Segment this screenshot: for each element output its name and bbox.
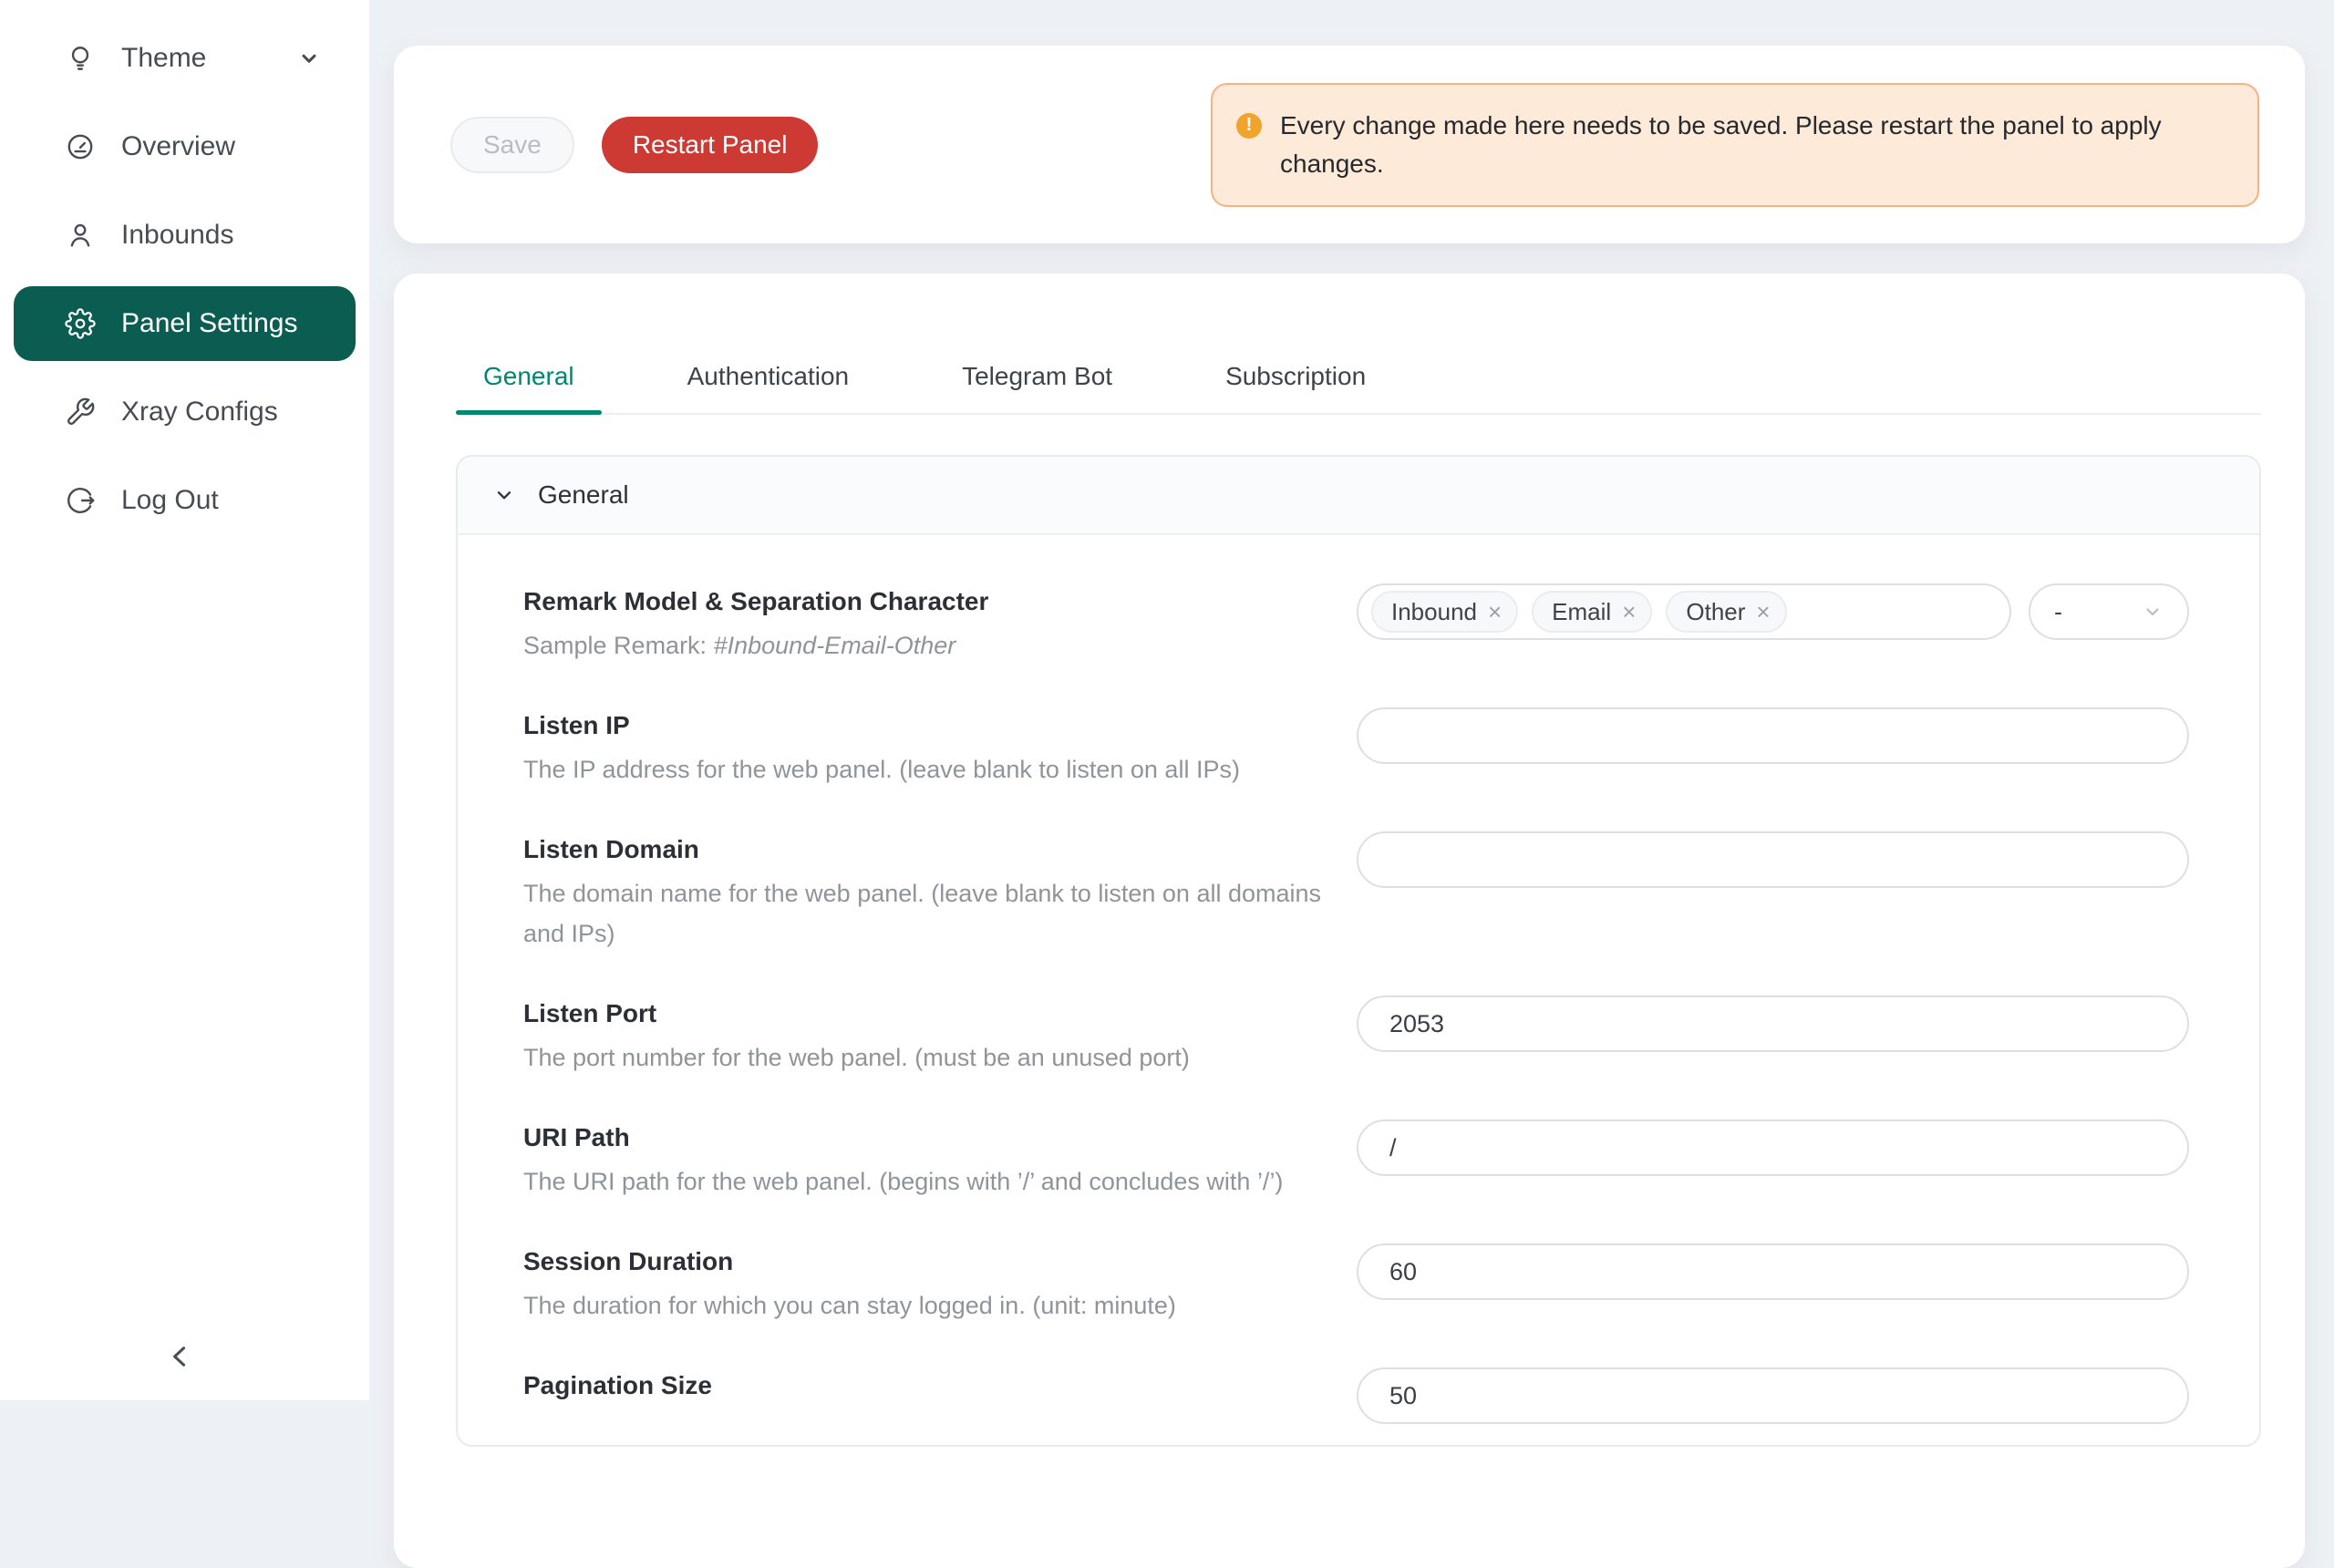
separator-value: -: [2054, 598, 2062, 626]
warning-icon: !: [1236, 113, 1262, 139]
form-row-uri-path: URI Path The URI path for the web panel.…: [523, 1099, 2189, 1222]
listen-port-input[interactable]: [1357, 995, 2189, 1052]
sidebar-item-label: Xray Configs: [121, 397, 278, 428]
tag-label: Email: [1552, 598, 1611, 626]
actions-card: Save Restart Panel ! Every change made h…: [394, 46, 2305, 243]
field-label: Listen Port: [523, 995, 1190, 1032]
settings-tabs: General Authentication Telegram Bot Subs…: [456, 273, 2261, 415]
pagination-size-input[interactable]: [1357, 1367, 2189, 1424]
sidebar-item-xray-configs[interactable]: Xray Configs: [14, 375, 356, 449]
field-label: Listen Domain: [523, 831, 1344, 868]
field-description: The port number for the web panel. (must…: [523, 1037, 1190, 1078]
wrench-icon: [65, 397, 96, 428]
field-label: Remark Model & Separation Character: [523, 583, 988, 620]
tab-subscription[interactable]: Subscription: [1198, 338, 1393, 413]
alert-message: Every change made here needs to be saved…: [1280, 107, 2201, 183]
form-row-listen-domain: Listen Domain The domain name for the we…: [523, 810, 2189, 975]
tag-remove-icon[interactable]: ×: [1622, 600, 1636, 624]
form-row-remark-model: Remark Model & Separation Character Samp…: [523, 562, 2189, 686]
user-icon: [65, 220, 96, 251]
main-content: Save Restart Panel ! Every change made h…: [369, 0, 2334, 1400]
separator-select[interactable]: -: [2029, 583, 2189, 640]
form-row-pagination-size: Pagination Size: [523, 1346, 2189, 1445]
general-collapse-panel: General Remark Model & Separation Charac…: [456, 455, 2261, 1447]
uri-path-input[interactable]: [1357, 1119, 2189, 1176]
tag-label: Inbound: [1391, 598, 1477, 626]
sidebar: Theme Overview Inbounds Panel Settings: [0, 0, 369, 1400]
general-panel-body: Remark Model & Separation Character Samp…: [458, 535, 2259, 1445]
field-label: URI Path: [523, 1119, 1283, 1156]
tag-remove-icon[interactable]: ×: [1488, 600, 1502, 624]
restart-warning-alert: ! Every change made here needs to be sav…: [1211, 83, 2259, 207]
form-row-session-duration: Session Duration The duration for which …: [523, 1222, 2189, 1346]
chevron-down-icon: [297, 46, 321, 70]
sidebar-item-overview[interactable]: Overview: [14, 109, 356, 184]
app-root: Theme Overview Inbounds Panel Settings: [0, 0, 2334, 1400]
restart-panel-button[interactable]: Restart Panel: [602, 117, 819, 173]
tab-authentication[interactable]: Authentication: [660, 338, 876, 413]
remark-tag-email: Email ×: [1532, 591, 1652, 633]
field-description: Sample Remark: #Inbound-Email-Other: [523, 625, 988, 665]
field-description: The duration for which you can stay logg…: [523, 1285, 1176, 1326]
sidebar-item-log-out[interactable]: Log Out: [14, 463, 356, 538]
gear-icon: [65, 308, 96, 339]
tag-label: Other: [1686, 598, 1745, 626]
logout-icon: [65, 485, 96, 516]
tab-telegram-bot[interactable]: Telegram Bot: [935, 338, 1140, 413]
panel-title: General: [538, 480, 629, 510]
sidebar-item-label: Inbounds: [121, 220, 233, 251]
field-label: Session Duration: [523, 1243, 1176, 1280]
field-description: The IP address for the web panel. (leave…: [523, 749, 1240, 789]
listen-domain-input[interactable]: [1357, 831, 2189, 888]
settings-card: General Authentication Telegram Bot Subs…: [394, 273, 2305, 1568]
form-row-listen-port: Listen Port The port number for the web …: [523, 975, 2189, 1099]
gauge-icon: [65, 131, 96, 162]
sidebar-item-theme[interactable]: Theme: [14, 21, 356, 96]
sidebar-item-panel-settings[interactable]: Panel Settings: [14, 286, 356, 361]
chevron-left-icon: [165, 1341, 196, 1372]
sample-remark-prefix: Sample Remark:: [523, 632, 714, 659]
field-description: The URI path for the web panel. (begins …: [523, 1161, 1283, 1202]
form-row-listen-ip: Listen IP The IP address for the web pan…: [523, 686, 2189, 810]
tag-remove-icon[interactable]: ×: [1756, 600, 1770, 624]
sidebar-item-inbounds[interactable]: Inbounds: [14, 198, 356, 273]
tab-general[interactable]: General: [456, 338, 602, 413]
sidebar-collapse-button[interactable]: [160, 1336, 201, 1377]
session-duration-input[interactable]: [1357, 1243, 2189, 1300]
sidebar-item-label: Overview: [121, 131, 235, 162]
remark-model-tags-input[interactable]: Inbound × Email × Other ×: [1357, 583, 2011, 640]
lightbulb-icon: [65, 43, 96, 74]
chevron-down-icon: [492, 483, 516, 507]
field-label: Listen IP: [523, 707, 1240, 744]
remark-tag-other: Other ×: [1666, 591, 1786, 633]
general-panel-header[interactable]: General: [458, 457, 2259, 535]
sidebar-item-label: Log Out: [121, 485, 219, 516]
sample-remark-value: #Inbound-Email-Other: [714, 632, 956, 659]
sidebar-item-label: Theme: [121, 43, 206, 74]
field-label: Pagination Size: [523, 1367, 712, 1404]
field-description: The domain name for the web panel. (leav…: [523, 873, 1344, 954]
chevron-down-icon: [2142, 601, 2164, 623]
listen-ip-input[interactable]: [1357, 707, 2189, 764]
sidebar-item-label: Panel Settings: [121, 308, 297, 339]
remark-tag-inbound: Inbound ×: [1371, 591, 1518, 633]
save-button[interactable]: Save: [450, 117, 574, 173]
